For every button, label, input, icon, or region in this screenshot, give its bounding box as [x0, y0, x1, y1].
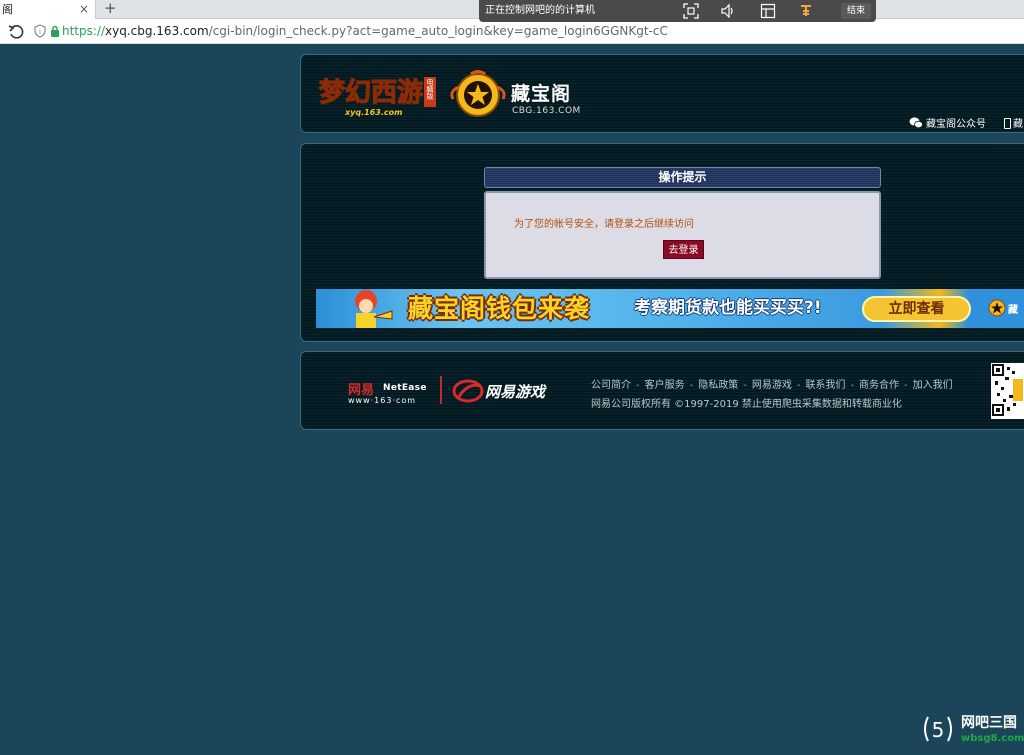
svg-text:5: 5	[932, 718, 945, 742]
mobile-link[interactable]: 藏	[1004, 115, 1023, 130]
window-icon[interactable]	[760, 3, 776, 19]
xyq-logo-badge: 电脑版	[426, 78, 434, 101]
key-icon[interactable]	[798, 3, 814, 19]
link-separator: -	[689, 380, 694, 391]
banner-logo-text: 藏	[1008, 305, 1018, 316]
qr-code-icon	[991, 363, 1024, 419]
main-content: 操作提示 为了您的帐号安全，请登录之后继续访问 去登录 藏宝阁钱包来袭 考察期货…	[300, 143, 1024, 342]
screen-fit-icon[interactable]	[683, 3, 699, 19]
new-tab-button[interactable]: +	[104, 0, 117, 17]
link-separator: -	[636, 380, 640, 391]
footer-link-service[interactable]: 客户服务	[645, 380, 685, 391]
watermark-url: wbsg8.com	[961, 733, 1024, 744]
shield-icon: i	[34, 24, 46, 38]
remote-bar-title: 正在控制网吧的的计算机	[485, 5, 595, 16]
xyq-logo[interactable]: 梦幻西游 电脑版 xyq.163.com	[317, 69, 439, 119]
copyright-text: 网易公司版权所有 ©1997-2019 禁止使用爬虫采集数据和转载商业化	[591, 399, 902, 410]
url-field[interactable]: https://xyq.cbg.163.com/cgi-bin/login_ch…	[62, 19, 668, 44]
link-separator: -	[743, 380, 747, 391]
cbg-brand-url: CBG.163.COM	[512, 106, 581, 116]
xyq-logo-url: xyq.163.com	[344, 108, 402, 117]
mobile-icon	[1004, 118, 1011, 129]
dialog-title: 操作提示	[484, 167, 881, 188]
netease-logo-url: www·163·com	[348, 396, 417, 405]
mobile-label: 藏	[1013, 119, 1023, 130]
footer-link-games[interactable]: 网易游戏	[752, 380, 792, 391]
wechat-account-link[interactable]: 藏宝阁公众号	[909, 115, 986, 130]
dialog-message: 为了您的帐号安全，请登录之后继续访问	[514, 219, 694, 230]
promo-banner[interactable]: 藏宝阁钱包来袭 考察期货款也能买买买?! 立即查看 藏	[316, 289, 1024, 328]
back-icon[interactable]	[7, 22, 25, 40]
footer-links: 公司简介 - 客户服务 - 隐私政策 - 网易游戏 - 联系我们 - 商务合作 - 加入我们	[591, 376, 953, 391]
watermark-logo-icon: 5	[924, 716, 952, 742]
wechat-icon	[909, 117, 923, 129]
browser-tab[interactable]: 阁 ×	[0, 0, 96, 19]
lock-icon	[51, 25, 59, 37]
tab-title: 阁	[2, 3, 13, 16]
login-button[interactable]: 去登录	[663, 240, 704, 259]
svg-text:i: i	[39, 28, 41, 36]
url-protocol: https://	[62, 24, 106, 38]
netease-logo-en: NetEase	[383, 383, 427, 393]
banner-character-icon	[355, 290, 393, 328]
site-header: 梦幻西游 电脑版 xyq.163.com 藏宝阁 CBG.163.COM 藏宝阁…	[300, 54, 1024, 133]
banner-subtitle: 考察期货款也能买买买?!	[634, 298, 822, 318]
xyq-logo-title: 梦幻西游	[319, 78, 423, 108]
url-path: /cgi-bin/login_check.py?act=game_auto_lo…	[208, 24, 668, 38]
footer-link-join[interactable]: 加入我们	[913, 380, 953, 391]
link-separator: -	[904, 380, 908, 391]
footer-divider	[440, 376, 442, 404]
tab-close-icon[interactable]: ×	[79, 0, 89, 19]
site-footer: 网易 NetEase www·163·com 网易游戏 公司简介 - 客户服务 - 隐私…	[300, 351, 1024, 430]
url-host: xyq.cbg.163.com	[105, 24, 209, 38]
end-button[interactable]: 结束	[841, 3, 872, 19]
banner-view-button[interactable]: 立即查看	[862, 296, 971, 322]
footer-link-about[interactable]: 公司简介	[591, 380, 631, 391]
watermark-title: 网吧三国	[961, 715, 1017, 731]
cbg-small-logo-icon	[988, 299, 1006, 317]
remote-control-bar: 正在控制网吧的的计算机 结束	[479, 0, 876, 22]
dialog-body: 为了您的帐号安全，请登录之后继续访问 去登录	[484, 191, 881, 279]
banner-headline: 藏宝阁钱包来袭	[408, 294, 591, 323]
netease-games-logo[interactable]: 网易游戏	[485, 381, 545, 402]
address-bar: i https://xyq.cbg.163.com/cgi-bin/login_…	[0, 19, 1024, 44]
footer-link-contact[interactable]: 联系我们	[805, 380, 845, 391]
wechat-label: 藏宝阁公众号	[926, 119, 986, 130]
link-separator: -	[850, 380, 855, 391]
netease-games-icon	[452, 379, 484, 403]
volume-icon[interactable]	[720, 3, 736, 19]
footer-link-privacy[interactable]: 隐私政策	[698, 380, 738, 391]
cbg-brand-name[interactable]: 藏宝阁	[511, 79, 571, 106]
link-separator: -	[796, 380, 801, 391]
footer-link-business[interactable]: 商务合作	[859, 380, 899, 391]
